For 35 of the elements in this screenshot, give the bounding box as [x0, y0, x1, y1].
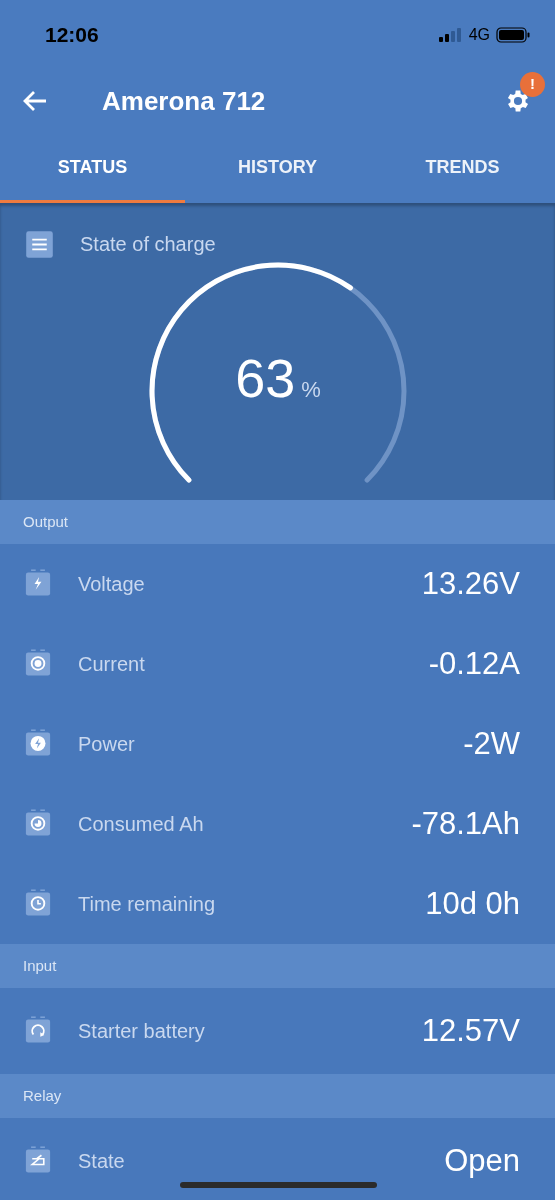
network-label: 4G: [468, 25, 490, 45]
row-value: -78.1Ah: [411, 804, 520, 843]
row-label: Consumed Ah: [78, 812, 204, 837]
row-label: Power: [78, 732, 135, 757]
list-icon: [25, 229, 54, 259]
row-value: 13.26V: [421, 564, 520, 603]
row-value: 10d 0h: [425, 884, 520, 923]
row-label: Voltage: [78, 572, 145, 597]
charge-unit: %: [301, 376, 321, 404]
row-value: Open: [444, 1141, 520, 1180]
row-value: 12.57V: [421, 1011, 520, 1050]
row-value: -0.12A: [428, 644, 520, 683]
alert-badge: !: [520, 72, 545, 97]
clock-time: 12:06: [45, 22, 99, 49]
tab[interactable]: TRENDS: [370, 132, 555, 203]
section-header: Input: [23, 955, 57, 976]
switch-icon: [24, 1146, 52, 1176]
row-value: -2W: [463, 724, 520, 763]
battery-icon: [496, 27, 530, 43]
page-title: Amerona 712: [102, 84, 267, 118]
target-icon: [24, 649, 52, 679]
row-label: State: [78, 1149, 125, 1174]
rotate-icon: [24, 1016, 52, 1046]
pie-icon: [24, 809, 52, 839]
row-label: Starter battery: [78, 1019, 205, 1044]
row-label: Current: [78, 652, 145, 677]
row-label: Time remaining: [78, 892, 216, 917]
section-header: Output: [23, 511, 69, 532]
clock-icon: [24, 889, 52, 919]
section-label: State of charge: [80, 232, 216, 257]
lightning-icon: [24, 569, 52, 599]
signal-icon: [438, 28, 463, 42]
section-header: Relay: [23, 1085, 62, 1106]
charge-value: 63: [235, 351, 296, 405]
tab[interactable]: HISTORY: [185, 132, 370, 203]
